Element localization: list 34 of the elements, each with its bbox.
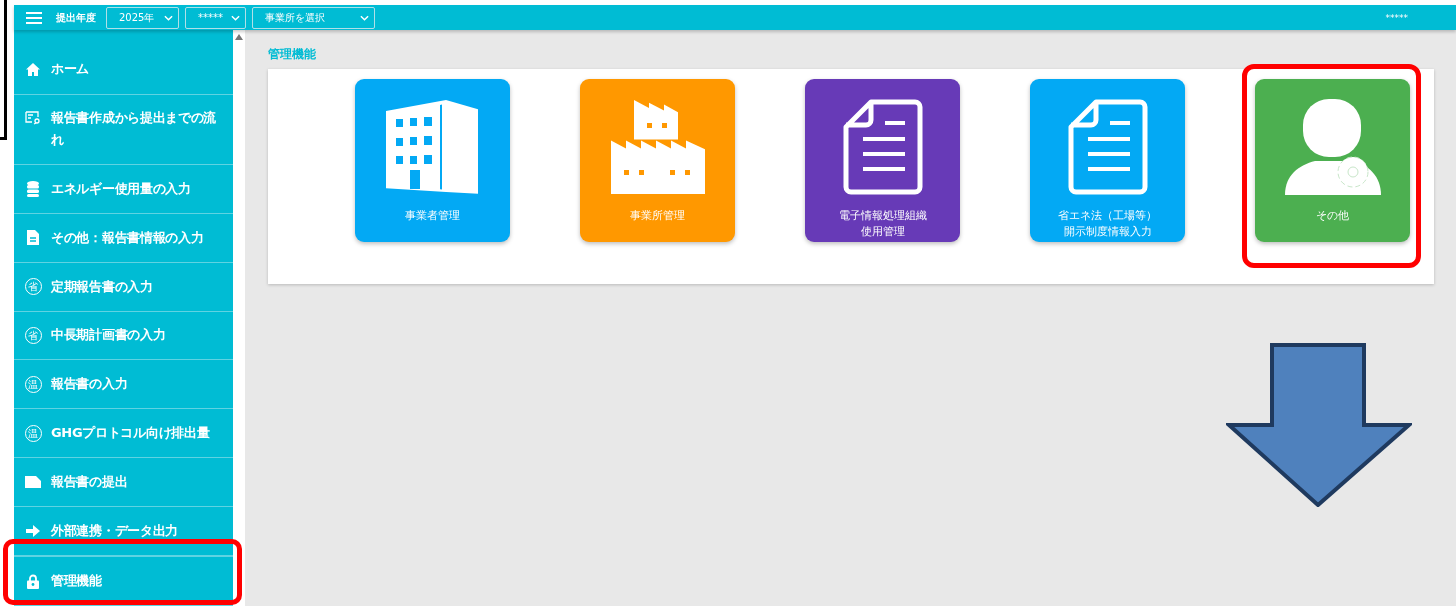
year-label: 提出年度	[56, 10, 96, 25]
user-settings-icon	[1284, 98, 1381, 195]
building-icon	[385, 99, 480, 194]
flow-chart-icon	[25, 110, 41, 125]
scroll-up-icon[interactable]	[235, 34, 243, 40]
dropdown[interactable]: 事業所を選択	[252, 6, 375, 29]
home-icon	[26, 62, 40, 76]
dropdown[interactable]: *****	[185, 6, 246, 29]
document-icon	[27, 230, 39, 246]
caret-icon	[231, 14, 240, 21]
tile-label: その他	[1316, 208, 1349, 224]
sidebar-item[interactable]: 管理機能	[14, 556, 233, 606]
dropdown[interactable]: 2025年	[106, 6, 179, 29]
database-icon	[27, 180, 39, 197]
note-icon	[25, 476, 41, 489]
document-icon	[842, 98, 923, 195]
factory-icon	[610, 99, 705, 194]
tile-label: 電子情報処理組織 使用管理	[838, 208, 927, 240]
arrow-icon	[26, 525, 40, 538]
lock-icon	[27, 573, 39, 589]
menu-tile[interactable]: 電子情報処理組織 使用管理	[805, 79, 960, 242]
section-title: 管理機能	[268, 46, 317, 63]
document-icon	[1067, 98, 1148, 195]
caret-icon	[360, 14, 369, 21]
menu-tile[interactable]: 省エネ法（工場等） 開示制度情報入力	[1030, 79, 1185, 242]
menu-tile[interactable]: その他	[1255, 79, 1410, 242]
tile-label: 事業者管理	[405, 208, 460, 224]
tile-label: 事業所管理	[630, 208, 685, 224]
menu-icon[interactable]	[26, 11, 42, 24]
menu-tile[interactable]: 事業者管理	[355, 79, 510, 242]
menu-tile[interactable]: 事業所管理	[580, 79, 735, 242]
caret-icon	[164, 14, 173, 21]
tile-label: 省エネ法（工場等） 開示制度情報入力	[1058, 208, 1157, 240]
user-name[interactable]: *****	[1385, 12, 1408, 23]
